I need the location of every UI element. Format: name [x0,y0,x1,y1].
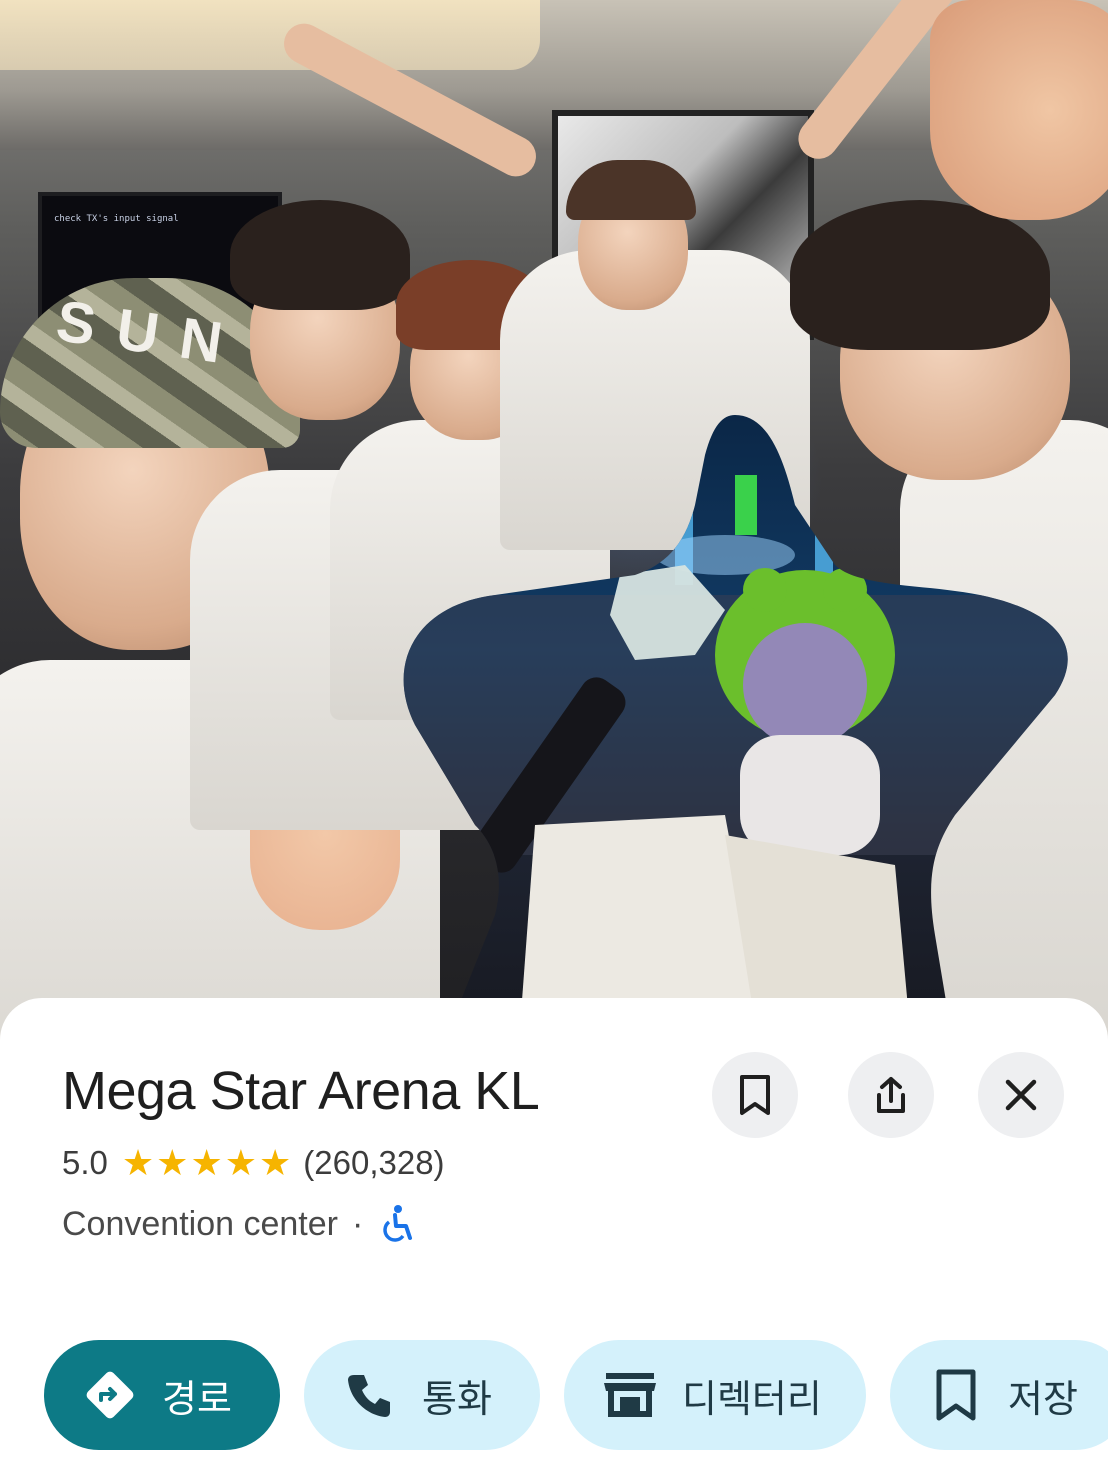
wheelchair-accessible-icon [383,1205,413,1242]
action-bar: 경로 통화 디렉터리 저장 [44,1340,1108,1450]
bookmark-icon [928,1367,984,1423]
place-category: Convention center [62,1204,338,1243]
directions-button[interactable]: 경로 [44,1340,280,1450]
directory-button[interactable]: 디렉터리 [564,1340,866,1450]
bookmark-icon [740,1075,770,1115]
save-label: 저장 [1008,1378,1078,1421]
share-icon [877,1077,905,1113]
place-title: Mega Star Arena KL [62,1061,540,1121]
storefront-icon [602,1367,658,1423]
call-button[interactable]: 통화 [304,1340,540,1450]
rating-row[interactable]: 5.0 ★ ★ ★ ★ ★ (260,328) [62,1144,445,1182]
close-button[interactable] [978,1052,1064,1138]
directory-label: 디렉터리 [682,1378,822,1421]
star-icon: ★ [224,1142,257,1183]
call-label: 통화 [422,1378,492,1421]
category-row: Convention center · [62,1204,413,1244]
directions-icon [82,1367,138,1423]
background-photo: check TX's input signal SUN [0,0,1108,1040]
close-icon [1005,1079,1037,1111]
rating-value: 5.0 [62,1144,108,1181]
star-sticker-photo [403,415,1068,1040]
star-icon: ★ [190,1142,223,1183]
review-count[interactable]: (260,328) [303,1144,444,1182]
separator: · [351,1204,364,1243]
phone-icon [342,1367,398,1423]
monitor-text: check TX's input signal [54,214,179,224]
save-place-button[interactable] [712,1052,798,1138]
save-button[interactable]: 저장 [890,1340,1108,1450]
star-rating: ★ ★ ★ ★ ★ [122,1145,293,1181]
star-icon: ★ [259,1142,292,1183]
directions-label: 경로 [162,1378,232,1421]
share-button[interactable] [848,1052,934,1138]
star-icon: ★ [156,1142,189,1183]
star-icon: ★ [121,1142,155,1183]
ceiling-light [0,0,540,70]
